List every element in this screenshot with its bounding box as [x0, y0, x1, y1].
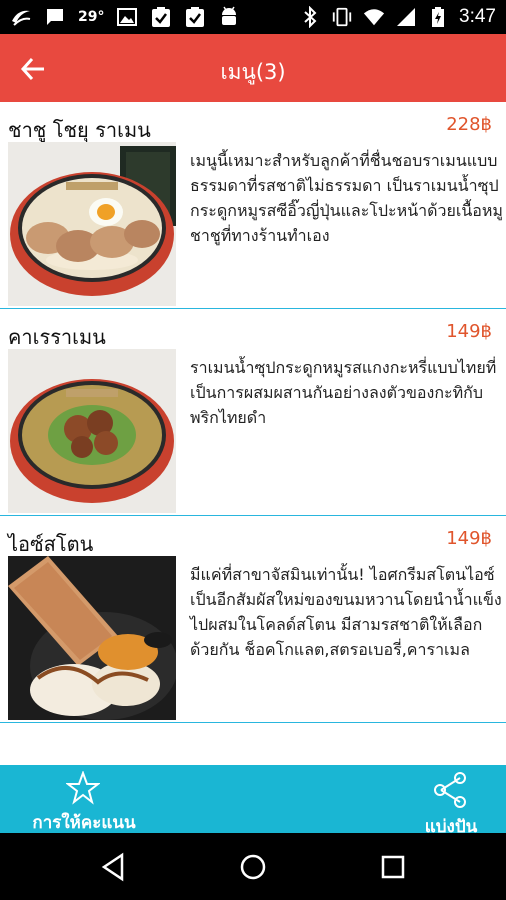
message-icon	[44, 6, 66, 28]
nav-recents-button[interactable]	[377, 851, 409, 883]
curry-ramen-photo	[8, 349, 176, 513]
recents-square-icon	[381, 855, 405, 879]
chashu-shoyu-ramen-photo	[8, 142, 176, 306]
share-icon	[434, 772, 466, 808]
status-bar-right: 3:47	[299, 6, 496, 28]
rate-button[interactable]: การให้คะแนน	[24, 769, 144, 833]
menu-list: ชาชู โชยุ ราเมน 228฿ เมนูนี้เหมาะสำหรับล…	[0, 102, 506, 723]
clock: 3:47	[459, 6, 496, 27]
vibrate-icon	[331, 6, 353, 28]
menu-item[interactable]: ชาชู โชยุ ราเมน 228฿ เมนูนี้เหมาะสำหรับล…	[0, 102, 506, 309]
ice-stone-dessert-photo	[8, 556, 176, 720]
nav-back-button[interactable]	[98, 851, 130, 883]
menu-item-price: 149฿	[446, 321, 492, 342]
page-title: เมนู(3)	[220, 60, 286, 84]
battery-charging-icon	[427, 6, 449, 28]
menu-item-price: 149฿	[446, 528, 492, 549]
wifi-icon	[363, 6, 385, 28]
star-outline-icon	[66, 771, 100, 805]
rate-button-label: การให้คะแนน	[32, 813, 136, 833]
bluetooth-icon	[299, 6, 321, 28]
back-triangle-icon	[101, 852, 124, 882]
share-button[interactable]: แบ่งปัน	[416, 769, 486, 837]
android-icon	[218, 6, 240, 28]
home-circle-icon	[240, 854, 266, 880]
clipboard-check-icon	[184, 6, 206, 28]
image-icon	[116, 6, 138, 28]
clipboard-check-icon	[150, 6, 172, 28]
temperature-readout: 29°	[78, 9, 105, 25]
app-bar: เมนู(3)	[0, 34, 506, 102]
menu-item[interactable]: ไอซ์สโตน 149฿ มีแค่ที่สาขาจัสมินเท่านั้น…	[0, 516, 506, 723]
status-bar-left: 29°	[10, 6, 240, 28]
menu-item-price: 228฿	[446, 114, 492, 135]
nav-home-button[interactable]	[237, 851, 269, 883]
app-icon	[10, 6, 32, 28]
navigation-bar	[0, 833, 506, 900]
menu-item-description: มีแค่ที่สาขาจัสมินเท่านั้น! ไอศกรีมสโตนไ…	[190, 565, 502, 659]
menu-item-description: ราเมนน้ำซุปกระดูกหมูรสแกงกะหรี่แบบไทยที่…	[190, 358, 497, 427]
bottom-action-bar: การให้คะแนน แบ่งปัน	[0, 765, 506, 837]
menu-item[interactable]: คาเรราเมน 149฿ ราเมนน้ำซุปกระดูกหมูรสแกง…	[0, 309, 506, 516]
status-bar: 29° 3:47	[0, 0, 506, 34]
menu-item-description: เมนูนี้เหมาะสำหรับลูกค้าที่ชื่นชอบราเมนแ…	[190, 151, 503, 245]
signal-icon	[395, 6, 417, 28]
